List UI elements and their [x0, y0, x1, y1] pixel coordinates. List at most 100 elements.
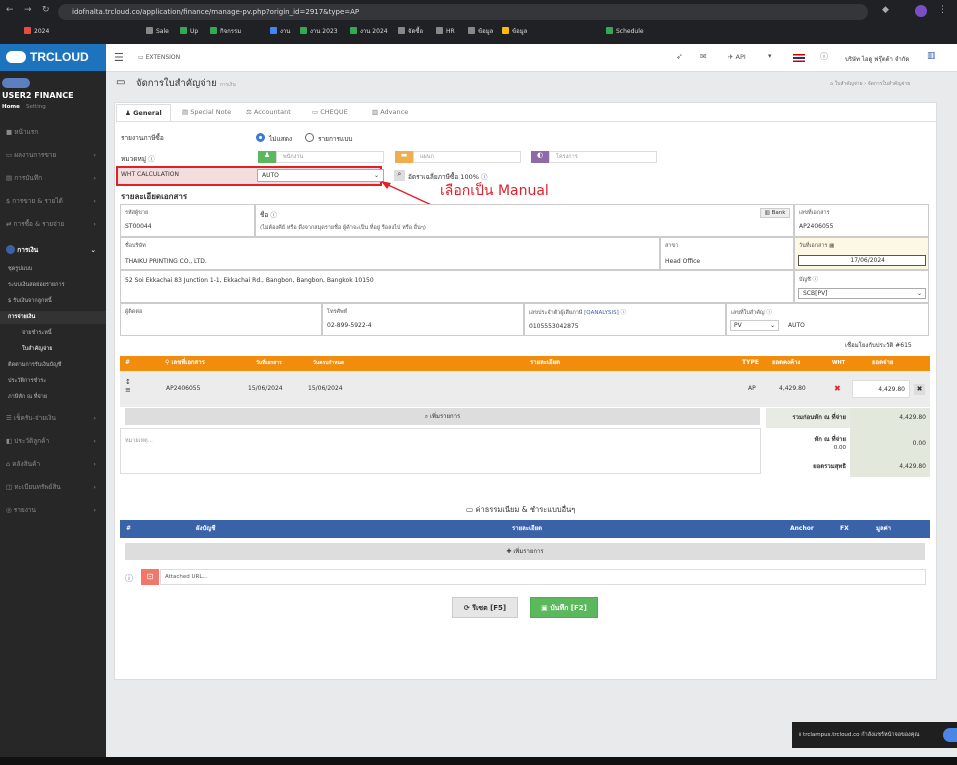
bookmark[interactable]: ข้อมูล	[468, 26, 493, 38]
sidebar-sub[interactable]: ติดตามการรับเงินบัญชี	[0, 359, 106, 372]
wht-label: WHT CALCULATION	[121, 171, 179, 178]
tax-cell[interactable]: เลขประจำตัวผู้เสียภาษี [QANALYSIS] ⓘ 0105…	[524, 303, 726, 336]
bookmark[interactable]: Up	[180, 26, 198, 38]
bank-button[interactable]: ▥ Bank	[760, 208, 790, 218]
url-bar[interactable]: idofnalta.trcloud.co/application/finance…	[58, 4, 868, 20]
phone-cell[interactable]: โทรศัพท์ 02-899-5922-4	[322, 303, 524, 336]
help-icon[interactable]: ⓘ	[820, 51, 828, 62]
bookmark[interactable]: กิจกรรม	[210, 26, 241, 38]
reload-icon[interactable]: ↻	[42, 5, 50, 15]
sidebar-item[interactable]: ⇄ การซื้อ & รายจ่าย ›	[0, 213, 106, 236]
address-cell[interactable]: 52 Soi Ekkachai 83 Junction 1-1, Ekkacha…	[120, 270, 794, 303]
tab-accountant[interactable]: ⚖ Accountant	[238, 104, 299, 121]
col-header: ⚲ เลขที่เอกสาร	[165, 356, 205, 370]
tab-advance[interactable]: ▥ Advance	[364, 104, 416, 121]
sidebar-sub-payment[interactable]: การจ่ายเงิน	[0, 311, 106, 324]
bookmark[interactable]: จัดซื้อ	[398, 26, 423, 38]
subtotal-value: 4,429.80	[850, 408, 930, 428]
bookmark[interactable]: HR	[436, 26, 455, 38]
pay-amount-input[interactable]: 4,429.80	[852, 380, 910, 398]
company-name[interactable]: บริษัท ไอดู ฟรุ๊ตต้า จำกัด	[845, 54, 909, 64]
info-icon: ⓘ	[125, 574, 133, 583]
date-input[interactable]: 17/06/2024	[798, 255, 926, 266]
sidebar-sub[interactable]: $ รับเงินจากลูกหนี้	[0, 295, 106, 308]
bookmark[interactable]: งาน	[270, 26, 290, 38]
mail-icon[interactable]: ✉	[700, 52, 707, 61]
reset-button[interactable]: ⟳ รีเซต [F5]	[452, 597, 518, 618]
sidebar-item-finance[interactable]: การเงิน ⌄	[0, 239, 106, 262]
wht-select[interactable]: AUTO ⌄	[257, 169, 384, 182]
sidebar-item[interactable]: ▭ ผลงานการขาย ›	[0, 144, 106, 167]
menu-icon[interactable]: ⋮	[938, 5, 947, 15]
delete-row-icon[interactable]: ✖	[914, 384, 925, 395]
sidebar-item[interactable]: ☰ เช็ครับ-จ่ายเงิน ›	[0, 407, 106, 430]
wht-remove-icon[interactable]: ✖	[834, 384, 841, 393]
setting-link[interactable]: Setting	[26, 104, 46, 110]
extension-button[interactable]: ▭ EXTENSION	[138, 54, 180, 61]
bookmark[interactable]: ข้อมูล	[502, 26, 527, 38]
profile-avatar[interactable]	[915, 5, 927, 17]
tab-general[interactable]: ♟ General	[116, 104, 171, 121]
sidebar-item[interactable]: ◧ ประวัติลูกค้า ›	[0, 430, 106, 453]
department-input[interactable]: แผนก	[413, 151, 521, 163]
api-button[interactable]: ✈ API	[728, 53, 746, 61]
report-type-label: รายงานภาษีซื้อ	[121, 134, 164, 142]
drag-handle-icon[interactable]: ↕ ≡	[125, 378, 131, 394]
rocket-icon[interactable]: ➶	[676, 52, 683, 61]
pv-select[interactable]: PV ⌄	[730, 320, 779, 331]
sidebar-sub[interactable]: ภาษีหัก ณ ที่จ่าย	[0, 391, 106, 404]
remark-textarea[interactable]: หมายเหตุ...	[120, 428, 761, 474]
sidebar-sub-voucher[interactable]: ใบสำคัญจ่าย	[0, 343, 106, 356]
vendor-code-cell[interactable]: รหัสผู้ขาย ST00044	[120, 204, 255, 237]
radio-list[interactable]	[305, 133, 314, 142]
employee-input[interactable]: พนักงาน	[276, 151, 384, 163]
sidebar-item[interactable]: $ การขาย & รายได้ ›	[0, 190, 106, 213]
tab-cheque[interactable]: ▭ CHEQUE	[304, 104, 356, 121]
sidebar-item[interactable]: ⌂ คลังสินค้า ›	[0, 453, 106, 476]
sidebar-item[interactable]: ■ หน้าแรก	[0, 121, 106, 144]
doc-number-cell[interactable]: เลขที่เอกสาร AP2406055	[794, 204, 929, 237]
company-cell[interactable]: ชื่อบริษัท THAIKU PRINTING CO., LTD.	[120, 237, 660, 270]
attachment-icon[interactable]: ⊡	[141, 569, 159, 585]
bookmark[interactable]: 2024	[24, 26, 49, 38]
sidebar-item[interactable]: ◫ ทะเบียนทรัพย์สิน ›	[0, 476, 106, 499]
back-icon[interactable]: ←	[6, 5, 14, 15]
sidebar-sub[interactable]: ระบบเงินสดย่อยรายการ	[0, 279, 106, 292]
forward-icon[interactable]: →	[24, 5, 32, 15]
col-header: FX	[840, 521, 849, 537]
add-fee-button[interactable]: ✚ เพิ่มรายการ	[125, 543, 925, 560]
extension-icon[interactable]: ◆	[882, 5, 889, 15]
bookmark[interactable]: Sale	[146, 26, 169, 38]
project-input[interactable]: โครงการ	[549, 151, 657, 163]
hamburger-icon[interactable]: ☰	[114, 51, 124, 64]
sidebar-sub[interactable]: จ่ายชำระหนี้	[0, 327, 106, 340]
thai-flag-icon[interactable]	[793, 54, 805, 62]
bookmark[interactable]: งาน 2024	[350, 26, 388, 38]
vendor-name-cell[interactable]: ชื่อ ⓘ (ไม่ต้องคีย์ หรือ ดึงจากสมุดรายชื่…	[255, 204, 794, 237]
sidebar-sub[interactable]: ชุดรูปแบบ	[0, 263, 106, 276]
sidebar-sub[interactable]: ประวัติการชำระ	[0, 375, 106, 388]
attached-url-input[interactable]: Attached URL...	[160, 569, 926, 585]
tab-divider	[116, 121, 936, 122]
save-button[interactable]: ▣ บันทึก [F2]	[530, 597, 598, 618]
stop-share-button[interactable]	[943, 728, 957, 742]
branch-cell[interactable]: สาขา Head Office	[660, 237, 794, 270]
sidebar-item[interactable]: ◎ รายงาน ›	[0, 499, 106, 522]
radio-not-show[interactable]	[256, 133, 265, 142]
sidebar-item[interactable]: ▤ การบันทึก ›	[0, 167, 106, 190]
wht-deduct-label: หัก ณ ที่จ่าย 0.00	[766, 428, 850, 457]
col-header: ยอดคงค้าง	[772, 356, 801, 370]
radio-label: รายการแบบ	[318, 135, 353, 143]
bookmark[interactable]: งาน 2023	[300, 26, 338, 38]
home-link[interactable]: Home	[2, 104, 20, 110]
dropdown-icon[interactable]: ▾	[768, 52, 772, 60]
building-icon[interactable]: ▥	[927, 51, 936, 61]
account-select[interactable]: SCB[PV] ⌄	[798, 288, 926, 299]
project-icon: ◐	[531, 151, 549, 163]
tab-special-note[interactable]: ▤ Special Note	[174, 104, 239, 121]
add-row-button[interactable]: ⌕ เพิ่มรายการ	[125, 408, 760, 425]
contact-cell[interactable]: ผู้ติดต่อ	[120, 303, 322, 336]
category-label: หมวดหมู่ ⓘ	[121, 155, 155, 163]
col-header: #	[126, 521, 132, 537]
bookmark[interactable]: Schedule	[606, 26, 644, 38]
